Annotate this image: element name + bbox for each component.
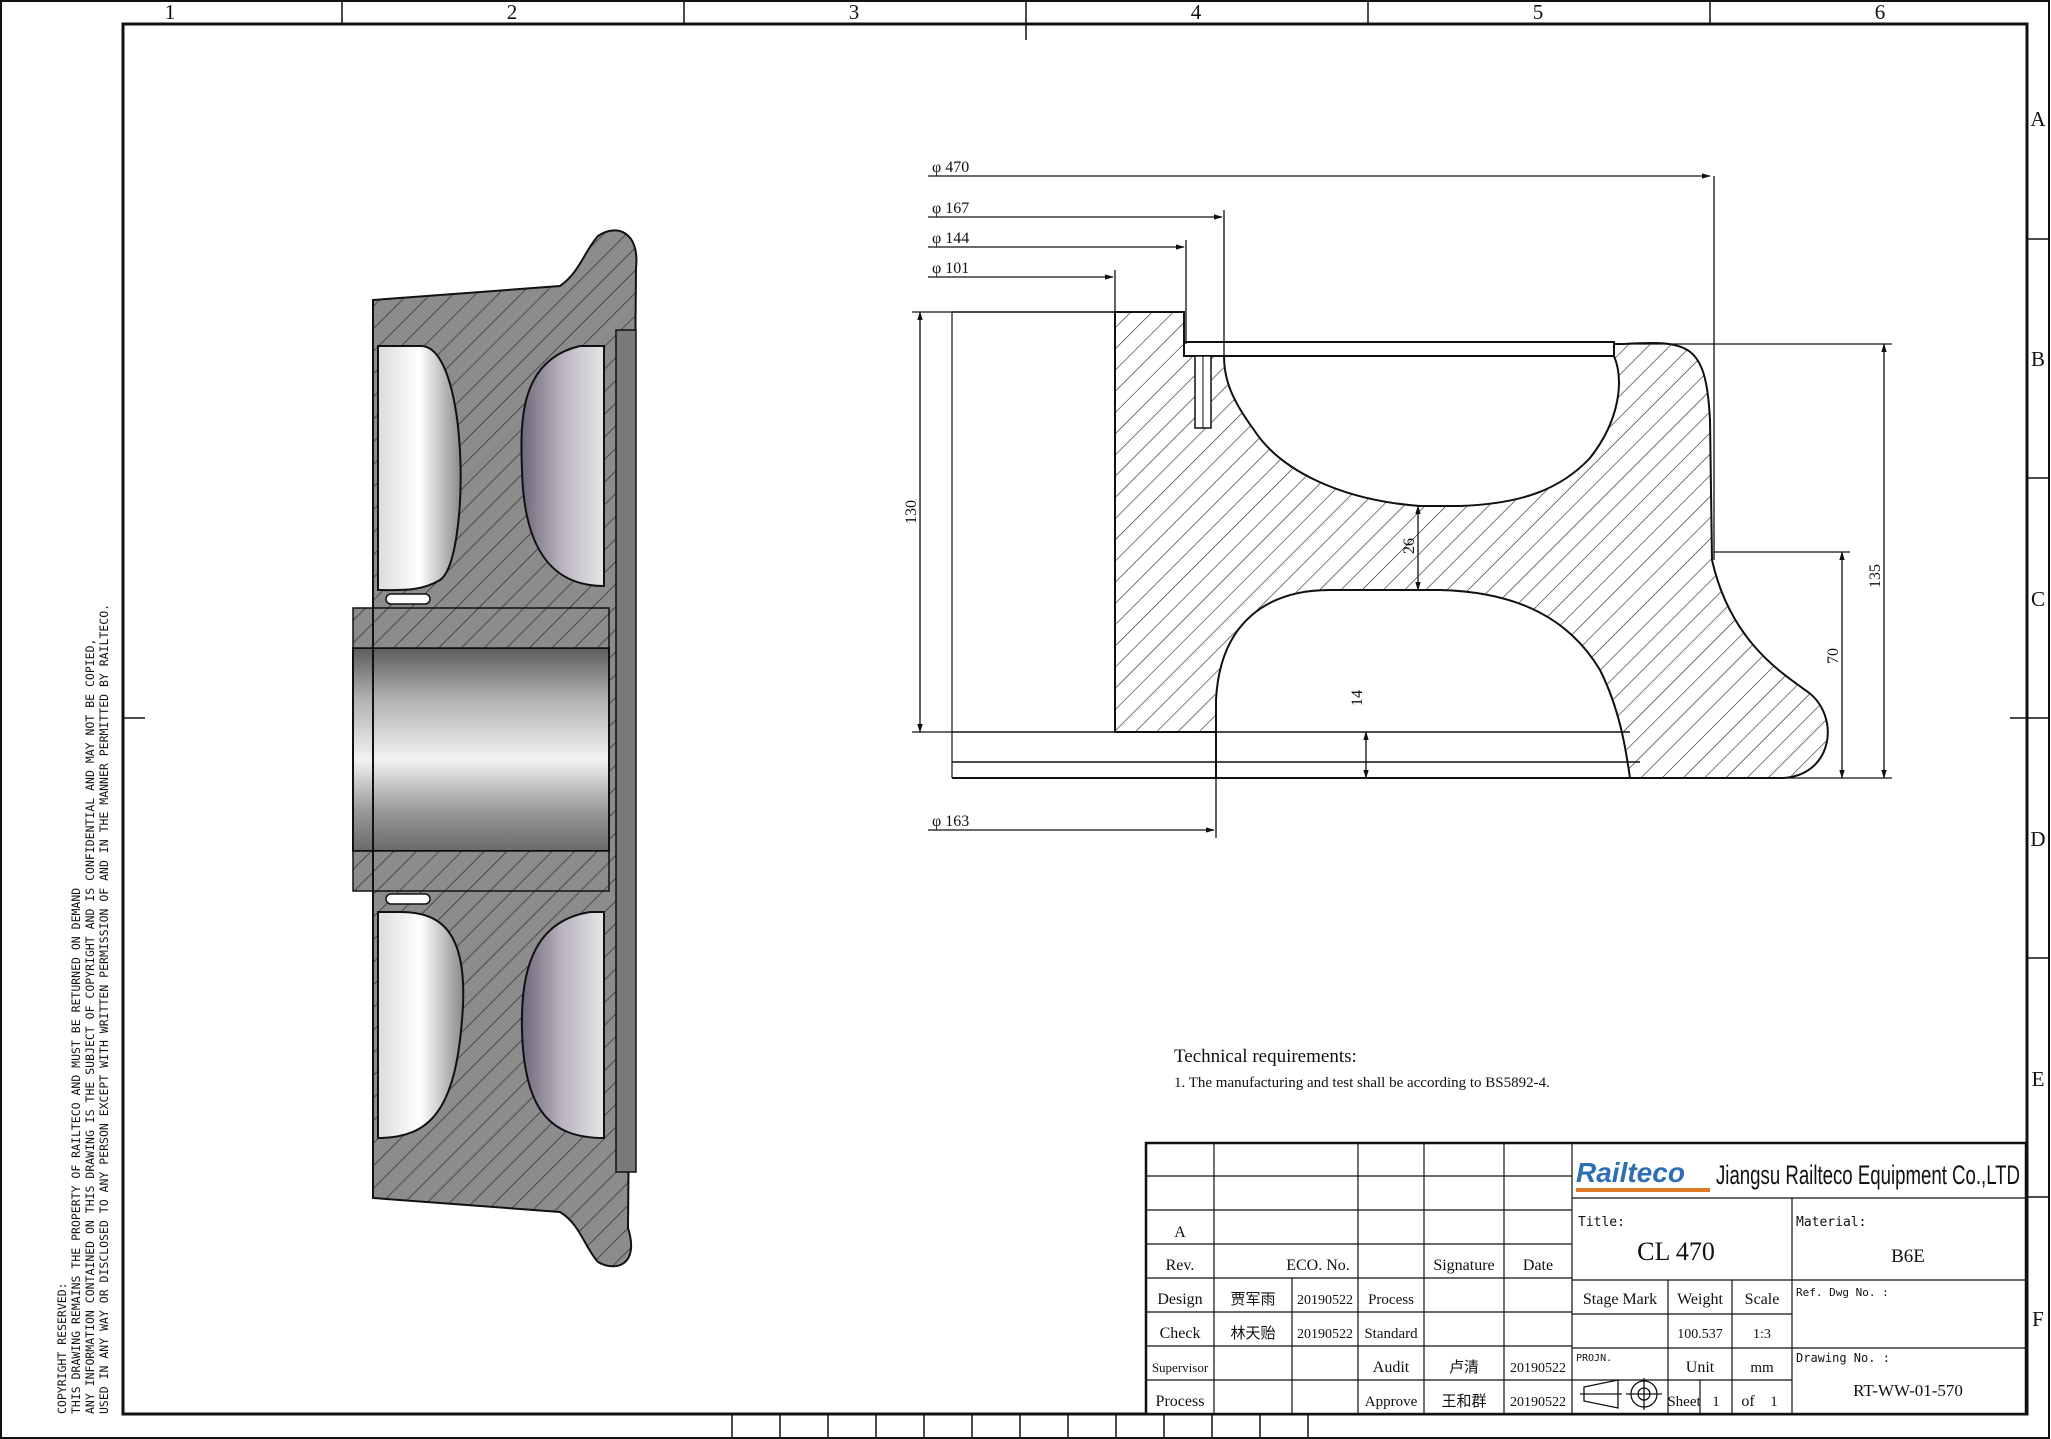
- of-label: of: [1741, 1393, 1755, 1410]
- weight-value: 100.537: [1677, 1327, 1723, 1342]
- svg-text:130: 130: [903, 500, 920, 524]
- svg-text:φ470: φ 470: [932, 159, 969, 176]
- role-standard: Standard: [1364, 1326, 1418, 1342]
- svg-text:Railteco: Railteco: [1576, 1157, 1685, 1188]
- row-label-a: A: [2030, 107, 2046, 131]
- company-name: Jiangsu Railteco Equipment Co.,LTD: [1716, 1160, 2020, 1190]
- title-block: Railteco Jiangsu Railteco Equipment Co.,…: [1144, 1141, 2028, 1416]
- unit-value: mm: [1750, 1360, 1774, 1376]
- drawing-title: CL 470: [1637, 1237, 1715, 1266]
- role-audit: Audit: [1373, 1359, 1410, 1376]
- svg-text:Technical requirements:: Technical requirements:: [1174, 1046, 1357, 1067]
- svg-text:φ167: φ 167: [932, 200, 969, 217]
- svg-text:70: 70: [1825, 648, 1842, 664]
- row-label-f: F: [2032, 1307, 2044, 1331]
- rev-header: Rev.: [1166, 1257, 1195, 1274]
- scale-value: 1:3: [1753, 1327, 1771, 1342]
- stage-mark-label: Stage Mark: [1583, 1291, 1657, 1308]
- title-label: Title:: [1578, 1215, 1625, 1230]
- svg-text:1. The manufacturing and test: 1. The manufacturing and test shall be a…: [1174, 1075, 1550, 1091]
- row-label-e: E: [2032, 1067, 2045, 1091]
- col-label-4: 4: [1191, 0, 1202, 24]
- ref-dwg-label: Ref. Dwg No. :: [1796, 1286, 1889, 1299]
- col-label-2: 2: [507, 0, 518, 24]
- role-process-1: Process: [1368, 1292, 1414, 1308]
- svg-text:φ163: φ 163: [932, 813, 969, 830]
- date-check: 20190522: [1297, 1327, 1353, 1342]
- drawing-no-label: Drawing No. :: [1796, 1351, 1890, 1365]
- date-design: 20190522: [1297, 1293, 1353, 1308]
- name-approve: 王和群: [1441, 1393, 1486, 1410]
- row-label-c: C: [2031, 587, 2045, 611]
- role-check: Check: [1160, 1325, 1201, 1342]
- svg-text:ANY INFORMATION CONTAINED ON T: ANY INFORMATION CONTAINED ON THIS DRAWIN…: [83, 639, 97, 1414]
- svg-text:USED IN ANY WAY OR DISCLOSED T: USED IN ANY WAY OR DISCLOSED TO ANY PERS…: [97, 604, 111, 1414]
- cross-section-view: [951, 311, 1829, 779]
- weight-label: Weight: [1677, 1291, 1723, 1308]
- material-label: Material:: [1796, 1215, 1866, 1230]
- row-label-b: B: [2031, 347, 2045, 371]
- of-value: 1: [1770, 1394, 1778, 1410]
- sheet-label: Sheet: [1667, 1394, 1701, 1410]
- svg-text:THIS DRAWING REMAINS THE PROPE: THIS DRAWING REMAINS THE PROPERTY OF RAI…: [69, 888, 83, 1414]
- sheet-value: 1: [1712, 1394, 1720, 1410]
- svg-text:φ144: φ 144: [932, 230, 969, 247]
- role-process-2: Process: [1156, 1393, 1205, 1410]
- copyright-notice: COPYRIGHT RESERVED: THIS DRAWING REMAINS…: [55, 604, 111, 1414]
- name-design: 贾军雨: [1230, 1292, 1275, 1308]
- name-check: 林天贻: [1230, 1325, 1275, 1342]
- row-label-d: D: [2030, 827, 2045, 851]
- drawing-number: RT-WW-01-570: [1853, 1381, 1963, 1400]
- svg-text:26: 26: [1401, 538, 1418, 554]
- wheel-section-view: [352, 229, 638, 1268]
- date-audit: 20190522: [1510, 1361, 1566, 1376]
- svg-text:φ101: φ 101: [932, 260, 969, 277]
- signature-header: Signature: [1433, 1257, 1494, 1274]
- role-design: Design: [1157, 1291, 1202, 1308]
- col-label-5: 5: [1533, 0, 1544, 24]
- col-label-6: 6: [1875, 0, 1886, 24]
- projn-label: PROJN.: [1576, 1353, 1612, 1364]
- svg-text:14: 14: [1349, 690, 1366, 706]
- unit-label: Unit: [1686, 1359, 1715, 1376]
- col-label-1: 1: [165, 0, 176, 24]
- role-supervisor: Supervisor: [1152, 1360, 1209, 1375]
- eco-header: ECO. No.: [1286, 1257, 1350, 1274]
- svg-text:COPYRIGHT RESERVED:: COPYRIGHT RESERVED:: [55, 1282, 69, 1414]
- drawing-sheet: 1 2 3 4 5 6 A B C D E F COPYRIGHT RESERV…: [0, 0, 2050, 1439]
- col-label-3: 3: [849, 0, 860, 24]
- rev-letter: A: [1174, 1224, 1186, 1241]
- date-approve: 20190522: [1510, 1395, 1566, 1410]
- name-audit: 卢清: [1449, 1359, 1479, 1376]
- scale-label: Scale: [1745, 1291, 1780, 1308]
- technical-requirements: Technical requirements: 1. The manufactu…: [1174, 1046, 1550, 1091]
- svg-text:135: 135: [1867, 564, 1884, 588]
- material-value: B6E: [1891, 1246, 1925, 1267]
- date-header: Date: [1523, 1257, 1553, 1274]
- role-approve: Approve: [1365, 1394, 1418, 1410]
